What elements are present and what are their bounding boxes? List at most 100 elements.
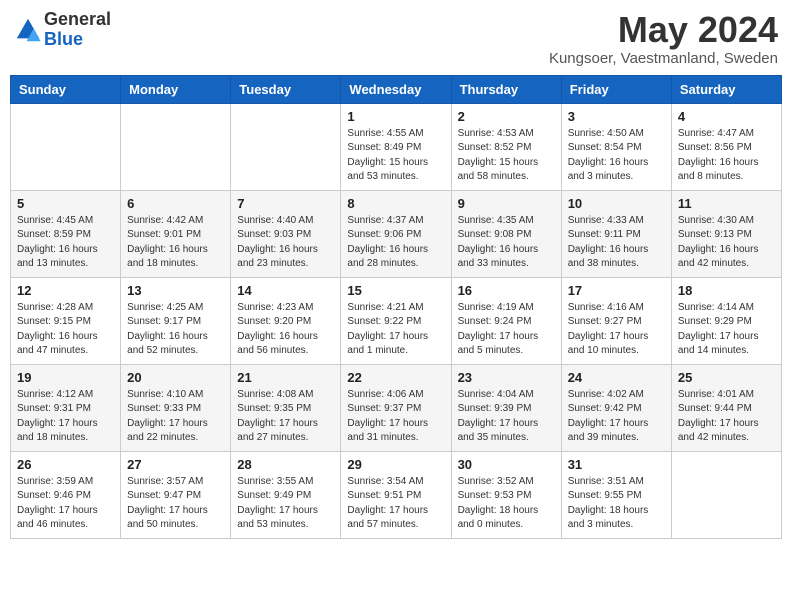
day-number: 26: [17, 457, 114, 472]
weekday-header-thursday: Thursday: [451, 75, 561, 103]
day-info: Sunrise: 4:16 AM Sunset: 9:27 PM Dayligh…: [568, 301, 665, 359]
weekday-header-friday: Friday: [561, 75, 671, 103]
logo: General Blue: [14, 10, 111, 50]
calendar-cell: 27 Sunrise: 3:57 AM Sunset: 9:47 PM Dayli…: [121, 451, 231, 538]
logo-blue-text: Blue: [44, 30, 111, 50]
day-number: 15: [347, 283, 444, 298]
day-number: 13: [127, 283, 224, 298]
day-number: 4: [678, 109, 775, 124]
day-info: Sunrise: 3:57 AM Sunset: 9:47 PM Dayligh…: [127, 475, 224, 533]
day-number: 25: [678, 370, 775, 385]
calendar-cell: [121, 103, 231, 190]
calendar-cell: 6Sunrise: 4:42 AM Sunset: 9:01 PM Daylig…: [121, 190, 231, 277]
weekday-header-wednesday: Wednesday: [341, 75, 451, 103]
day-info: Sunrise: 4:42 AM Sunset: 9:01 PM Dayligh…: [127, 214, 224, 272]
calendar-cell: 29 Sunrise: 3:54 AM Sunset: 9:51 PM Dayli…: [341, 451, 451, 538]
logo-icon: [14, 16, 42, 44]
calendar-cell: [231, 103, 341, 190]
day-number: 2: [458, 109, 555, 124]
day-number: 31: [568, 457, 665, 472]
day-number: 21: [237, 370, 334, 385]
week-row-3: 12Sunrise: 4:28 AM Sunset: 9:15 PM Dayli…: [11, 277, 782, 364]
weekday-header-saturday: Saturday: [671, 75, 781, 103]
day-number: 3: [568, 109, 665, 124]
calendar-cell: 18 Sunrise: 4:14 AM Sunset: 9:29 PM Dayli…: [671, 277, 781, 364]
calendar-cell: 24 Sunrise: 4:02 AM Sunset: 9:42 PM Dayli…: [561, 364, 671, 451]
calendar-cell: 25 Sunrise: 4:01 AM Sunset: 9:44 PM Dayli…: [671, 364, 781, 451]
day-number: 14: [237, 283, 334, 298]
calendar-cell: 31Sunrise: 3:51 AM Sunset: 9:55 PM Dayli…: [561, 451, 671, 538]
day-info: Sunrise: 4:35 AM Sunset: 9:08 PM Dayligh…: [458, 214, 555, 272]
day-number: 22: [347, 370, 444, 385]
weekday-header-sunday: Sunday: [11, 75, 121, 103]
day-info: Sunrise: 4:12 AM Sunset: 9:31 PM Dayligh…: [17, 388, 114, 446]
calendar-cell: 17 Sunrise: 4:16 AM Sunset: 9:27 PM Dayli…: [561, 277, 671, 364]
day-number: 30: [458, 457, 555, 472]
calendar-table: SundayMondayTuesdayWednesdayThursdayFrid…: [10, 75, 782, 539]
weekday-header-tuesday: Tuesday: [231, 75, 341, 103]
day-number: 24: [568, 370, 665, 385]
page-header: General Blue May 2024 Kungsoer, Vaestman…: [10, 10, 782, 67]
calendar-cell: 30 Sunrise: 3:52 AM Sunset: 9:53 PM Dayli…: [451, 451, 561, 538]
title-block: May 2024 Kungsoer, Vaestmanland, Sweden: [549, 10, 778, 67]
day-number: 28: [237, 457, 334, 472]
calendar-cell: 13 Sunrise: 4:25 AM Sunset: 9:17 PM Dayli…: [121, 277, 231, 364]
day-info: Sunrise: 4:50 AM Sunset: 8:54 PM Dayligh…: [568, 127, 665, 185]
calendar-cell: 10Sunrise: 4:33 AM Sunset: 9:11 PM Dayli…: [561, 190, 671, 277]
calendar-cell: 12Sunrise: 4:28 AM Sunset: 9:15 PM Dayli…: [11, 277, 121, 364]
day-info: Sunrise: 4:04 AM Sunset: 9:39 PM Dayligh…: [458, 388, 555, 446]
day-number: 19: [17, 370, 114, 385]
day-info: Sunrise: 4:02 AM Sunset: 9:42 PM Dayligh…: [568, 388, 665, 446]
day-info: Sunrise: 4:53 AM Sunset: 8:52 PM Dayligh…: [458, 127, 555, 185]
day-number: 9: [458, 196, 555, 211]
day-number: 20: [127, 370, 224, 385]
day-info: Sunrise: 4:33 AM Sunset: 9:11 PM Dayligh…: [568, 214, 665, 272]
weekday-header-row: SundayMondayTuesdayWednesdayThursdayFrid…: [11, 75, 782, 103]
day-info: Sunrise: 4:06 AM Sunset: 9:37 PM Dayligh…: [347, 388, 444, 446]
calendar-cell: 3 Sunrise: 4:50 AM Sunset: 8:54 PM Daylig…: [561, 103, 671, 190]
calendar-cell: 16Sunrise: 4:19 AM Sunset: 9:24 PM Dayli…: [451, 277, 561, 364]
day-info: Sunrise: 4:10 AM Sunset: 9:33 PM Dayligh…: [127, 388, 224, 446]
calendar-cell: 21 Sunrise: 4:08 AM Sunset: 9:35 PM Dayli…: [231, 364, 341, 451]
day-info: Sunrise: 3:59 AM Sunset: 9:46 PM Dayligh…: [17, 475, 114, 533]
calendar-cell: 8 Sunrise: 4:37 AM Sunset: 9:06 PM Daylig…: [341, 190, 451, 277]
day-info: Sunrise: 4:25 AM Sunset: 9:17 PM Dayligh…: [127, 301, 224, 359]
day-number: 23: [458, 370, 555, 385]
week-row-2: 5Sunrise: 4:45 AM Sunset: 8:59 PM Daylig…: [11, 190, 782, 277]
day-info: Sunrise: 3:52 AM Sunset: 9:53 PM Dayligh…: [458, 475, 555, 533]
calendar-cell: 28 Sunrise: 3:55 AM Sunset: 9:49 PM Dayli…: [231, 451, 341, 538]
day-number: 29: [347, 457, 444, 472]
day-number: 17: [568, 283, 665, 298]
calendar-cell: 9 Sunrise: 4:35 AM Sunset: 9:08 PM Daylig…: [451, 190, 561, 277]
weekday-header-monday: Monday: [121, 75, 231, 103]
day-info: Sunrise: 4:14 AM Sunset: 9:29 PM Dayligh…: [678, 301, 775, 359]
day-info: Sunrise: 4:30 AM Sunset: 9:13 PM Dayligh…: [678, 214, 775, 272]
day-number: 5: [17, 196, 114, 211]
calendar-cell: 19 Sunrise: 4:12 AM Sunset: 9:31 PM Dayli…: [11, 364, 121, 451]
day-info: Sunrise: 4:08 AM Sunset: 9:35 PM Dayligh…: [237, 388, 334, 446]
day-number: 18: [678, 283, 775, 298]
day-info: Sunrise: 4:37 AM Sunset: 9:06 PM Dayligh…: [347, 214, 444, 272]
day-info: Sunrise: 4:01 AM Sunset: 9:44 PM Dayligh…: [678, 388, 775, 446]
logo-general-text: General: [44, 10, 111, 30]
logo-text: General Blue: [44, 10, 111, 50]
day-number: 7: [237, 196, 334, 211]
calendar-cell: 20 Sunrise: 4:10 AM Sunset: 9:33 PM Dayli…: [121, 364, 231, 451]
day-number: 27: [127, 457, 224, 472]
week-row-5: 26 Sunrise: 3:59 AM Sunset: 9:46 PM Dayli…: [11, 451, 782, 538]
day-info: Sunrise: 4:23 AM Sunset: 9:20 PM Dayligh…: [237, 301, 334, 359]
day-number: 8: [347, 196, 444, 211]
location: Kungsoer, Vaestmanland, Sweden: [549, 50, 778, 67]
day-info: Sunrise: 4:40 AM Sunset: 9:03 PM Dayligh…: [237, 214, 334, 272]
calendar-cell: 1Sunrise: 4:55 AM Sunset: 8:49 PM Daylig…: [341, 103, 451, 190]
calendar-cell: [11, 103, 121, 190]
calendar-cell: 2 Sunrise: 4:53 AM Sunset: 8:52 PM Daylig…: [451, 103, 561, 190]
day-info: Sunrise: 4:19 AM Sunset: 9:24 PM Dayligh…: [458, 301, 555, 359]
day-info: Sunrise: 3:54 AM Sunset: 9:51 PM Dayligh…: [347, 475, 444, 533]
calendar-cell: [671, 451, 781, 538]
day-info: Sunrise: 3:55 AM Sunset: 9:49 PM Dayligh…: [237, 475, 334, 533]
month-title: May 2024: [549, 10, 778, 50]
day-info: Sunrise: 4:47 AM Sunset: 8:56 PM Dayligh…: [678, 127, 775, 185]
calendar-cell: 22 Sunrise: 4:06 AM Sunset: 9:37 PM Dayli…: [341, 364, 451, 451]
calendar-cell: 23 Sunrise: 4:04 AM Sunset: 9:39 PM Dayli…: [451, 364, 561, 451]
